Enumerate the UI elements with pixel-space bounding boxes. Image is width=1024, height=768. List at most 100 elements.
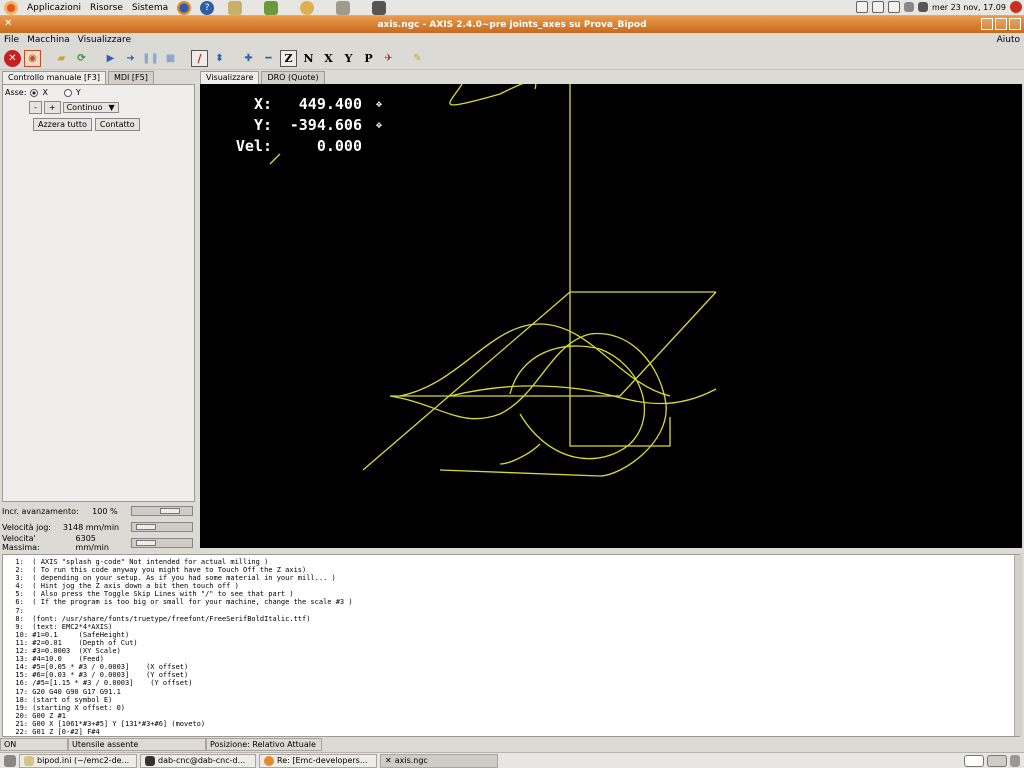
launcher-face-icon[interactable] <box>300 0 315 15</box>
max-velocity-thumb[interactable] <box>136 540 157 546</box>
estop-icon[interactable]: ✕ <box>4 50 21 67</box>
max-velocity-label: Velocita' Massima: <box>2 534 40 552</box>
jog-mode-select[interactable]: Continuo ▼ <box>62 102 119 113</box>
window-titlebar[interactable]: ✕ axis.ngc - AXIS 2.4.0~pre joints_axes … <box>0 16 1024 33</box>
toolpath-preview[interactable]: X: 449.400 ✥ Y: -394.606 ✥ Vel: 0.000 <box>200 84 1022 548</box>
zero-all-button[interactable]: Azzera tutto <box>33 118 92 131</box>
help-icon[interactable]: ? <box>200 0 215 15</box>
zoom-out-icon[interactable]: ━ <box>260 50 277 67</box>
gcode-line[interactable]: 20: G00 Z #1 <box>7 712 1019 720</box>
tab-mdi[interactable]: MDI [F5] <box>107 71 154 84</box>
skip-lines-icon[interactable]: / <box>191 50 208 67</box>
gcode-line[interactable]: 16: /#5=[1.15 * #3 / 0.0003] (Y offset) <box>7 679 1019 687</box>
minimize-button[interactable] <box>981 18 993 30</box>
trash-icon[interactable] <box>1010 754 1020 767</box>
gcode-line[interactable]: 6: ( If the program is too big or small … <box>7 598 1019 606</box>
tab-dro[interactable]: DRO (Quote) <box>261 71 325 84</box>
clock[interactable]: mer 23 nov, 17.09 <box>932 3 1006 12</box>
gcode-line[interactable]: 7: <box>7 607 1019 615</box>
applet-button-2[interactable] <box>872 1 885 13</box>
reload-icon[interactable]: ⟳ <box>73 50 90 67</box>
jog-speed-thumb[interactable] <box>135 524 156 530</box>
tab-visualizzare[interactable]: Visualizzare <box>200 71 260 84</box>
gcode-line[interactable]: 5: ( Also press the Toggle Skip Lines wi… <box>7 590 1019 598</box>
applet-button-1[interactable] <box>856 1 869 13</box>
network-icon[interactable] <box>904 2 915 12</box>
gcode-line[interactable]: 3: ( depending on your setup. As if you … <box>7 574 1019 582</box>
launcher-machine-icon[interactable] <box>372 0 387 15</box>
jog-minus-button[interactable]: - <box>29 101 42 114</box>
gcode-line[interactable]: 22: G01 Z [0-#2] F#4 <box>7 728 1019 736</box>
workspace-switcher-icon[interactable] <box>964 754 984 767</box>
feed-override-thumb[interactable] <box>160 508 180 514</box>
display-icon[interactable] <box>918 2 929 12</box>
firefox-icon[interactable] <box>177 0 192 15</box>
task-firefox[interactable]: Re: [Emc-developers... <box>259 753 377 768</box>
axis-y-radio[interactable] <box>63 88 72 97</box>
close-window-button[interactable] <box>1009 18 1021 30</box>
launcher-monitor-icon[interactable] <box>264 0 279 15</box>
menu-aiuto[interactable]: Aiuto <box>997 35 1020 45</box>
shutdown-icon[interactable] <box>1010 1 1022 13</box>
workspace-2-icon[interactable] <box>987 754 1007 767</box>
max-velocity-slider[interactable] <box>131 538 193 548</box>
gcode-line[interactable]: 21: G00 X [1061*#3+#5] Y [131*#3+#6] (mo… <box>7 720 1019 728</box>
task-axis[interactable]: ✕ axis.ngc <box>380 753 498 768</box>
gcode-line[interactable]: 15: #6=[0.03 * #3 / 0.0003] (Y offset) <box>7 671 1019 679</box>
view-z2-button[interactable]: N <box>300 50 317 67</box>
touch-off-button[interactable]: Contatto <box>94 118 140 131</box>
clear-live-plot-icon[interactable]: ✎ <box>409 50 426 67</box>
gcode-scrollbar[interactable] <box>1014 555 1022 736</box>
view-x-button[interactable]: X <box>320 50 337 67</box>
gcode-line[interactable]: 19: (starting X offset: 0) <box>7 704 1019 712</box>
menu-macchina[interactable]: Macchina <box>27 35 70 45</box>
menu-sistema[interactable]: Sistema <box>132 3 168 13</box>
stop-icon[interactable]: ■ <box>162 50 179 67</box>
launcher-pen-icon[interactable] <box>228 0 243 15</box>
gcode-line[interactable]: 12: #3=0.0003 (XY Scale) <box>7 647 1019 655</box>
menu-risorse[interactable]: Risorse <box>90 3 123 13</box>
task-terminal[interactable]: dab-cnc@dab-cnc-d... <box>140 753 256 768</box>
jog-speed-slider[interactable] <box>130 522 193 532</box>
gcode-line[interactable]: 17: G20 G40 G90 G17 G91.1 <box>7 688 1019 696</box>
zoom-in-icon[interactable]: ✚ <box>240 50 257 67</box>
applet-button-3[interactable] <box>888 1 901 13</box>
menu-file[interactable]: File <box>4 35 19 45</box>
gcode-line[interactable]: 11: #2=0.01 (Depth of Cut) <box>7 639 1019 647</box>
axis-x-radio[interactable] <box>30 88 39 97</box>
machine-power-icon[interactable]: ◉ <box>24 50 41 67</box>
step-icon[interactable]: ➜ <box>122 50 139 67</box>
run-icon[interactable]: ▶ <box>102 50 119 67</box>
task-label: bipod.ini (~/emc2-de... <box>37 756 130 765</box>
tab-controllo-manuale[interactable]: Controllo manuale [F3] <box>2 71 106 84</box>
window-menu-icon[interactable]: ✕ <box>4 19 14 29</box>
dro-y-label: Y: <box>253 116 272 134</box>
open-file-icon[interactable]: ▰ <box>53 50 70 67</box>
gcode-line[interactable]: 4: ( Hint jog the Z axis down a bit then… <box>7 582 1019 590</box>
rotate-view-icon[interactable]: ✈ <box>380 50 397 67</box>
gcode-line[interactable]: 14: #5=[0.05 * #3 / 0.0003] (X offset) <box>7 663 1019 671</box>
menu-visualizzare[interactable]: Visualizzare <box>78 35 131 45</box>
touch-off-icon[interactable]: ⬍ <box>211 50 228 67</box>
gcode-line[interactable]: 10: #1=0.1 (SafeHeight) <box>7 631 1019 639</box>
view-y-button[interactable]: Y <box>340 50 357 67</box>
view-z-button[interactable]: Z <box>280 50 297 67</box>
gcode-line[interactable]: 2: ( To run this code anyway you might h… <box>7 566 1019 574</box>
launcher-tool-icon[interactable] <box>336 0 351 15</box>
view-p-button[interactable]: P <box>360 50 377 67</box>
feed-override-slider[interactable] <box>131 506 193 516</box>
maximize-button[interactable] <box>995 18 1007 30</box>
task-bipod-ini[interactable]: bipod.ini (~/emc2-de... <box>19 753 137 768</box>
ubuntu-logo-icon[interactable] <box>4 0 18 15</box>
menu-applicazioni[interactable]: Applicazioni <box>27 3 81 13</box>
bottom-panel: bipod.ini (~/emc2-de... dab-cnc@dab-cnc-… <box>0 752 1024 768</box>
pause-icon[interactable]: ❚❚ <box>142 50 159 67</box>
gcode-line[interactable]: 18: (start of symbol E) <box>7 696 1019 704</box>
gcode-line[interactable]: 8: (font: /usr/share/fonts/truetype/free… <box>7 615 1019 623</box>
jog-plus-button[interactable]: + <box>43 101 61 114</box>
show-desktop-icon[interactable] <box>4 754 16 767</box>
gcode-line[interactable]: 13: #4=10.0 (Feed) <box>7 655 1019 663</box>
gcode-listing[interactable]: 1: ( AXIS "splash g-code" Not intended f… <box>2 554 1020 737</box>
gcode-line[interactable]: 9: (text: EMC2*4*AXIS) <box>7 623 1019 631</box>
gcode-line[interactable]: 1: ( AXIS "splash g-code" Not intended f… <box>7 558 1019 566</box>
